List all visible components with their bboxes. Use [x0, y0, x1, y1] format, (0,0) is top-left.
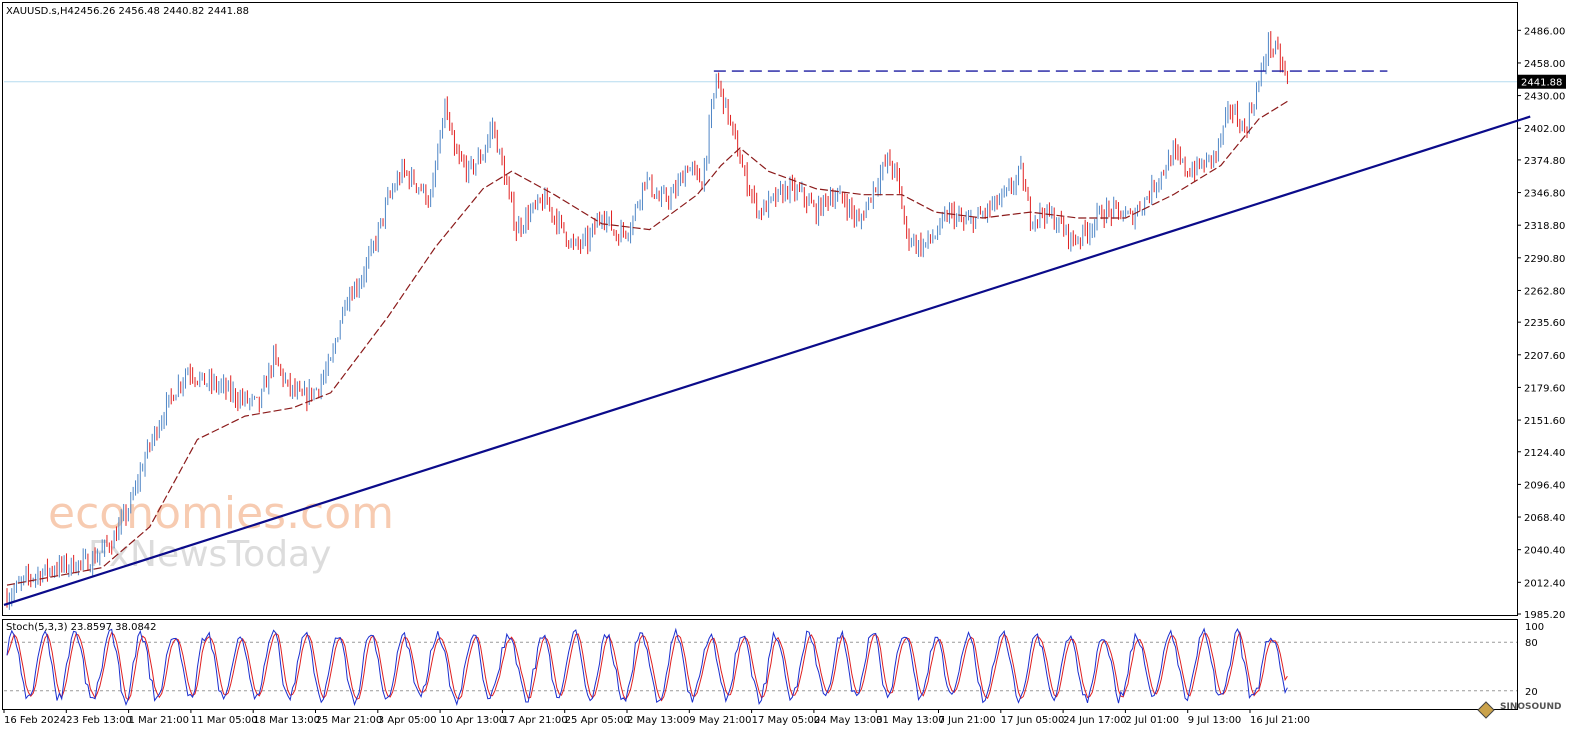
ascending-trendline: [3, 115, 1531, 606]
y-tick-label: 2235.60: [1524, 318, 1565, 329]
x-tick-label: 31 May 13:00: [876, 715, 945, 726]
x-tick-label: 2 Jul 01:00: [1125, 715, 1179, 726]
x-tick-label: 17 Jun 05:00: [1001, 715, 1065, 726]
x-tick-label: 11 Mar 05:00: [191, 715, 258, 726]
y-tick-label: 2458.00: [1524, 59, 1565, 70]
x-axis: 16 Feb 2024 23 Feb 13:001 Mar 21:00 11 Mar…: [3, 709, 1310, 726]
y-tick-label: 2374.80: [1524, 156, 1565, 167]
current-price-label: 2441.88: [1521, 78, 1562, 89]
x-tick-label: 7 Jun 21:00: [939, 715, 996, 726]
x-tick-label: 9 May 21:00: [689, 715, 751, 726]
x-tick-label: 16 Feb 2024: [4, 715, 66, 726]
price-chart: economies.com FxNewsToday XAUUSD.s,H4 24…: [2, 2, 1566, 726]
y-tick-label: 2151.60: [1524, 416, 1565, 427]
stoch-scale-label: 20: [1525, 687, 1538, 698]
y-tick-label: 2402.00: [1524, 124, 1565, 135]
y-tick-label: 2179.60: [1524, 383, 1565, 394]
x-tick-label: 2 May 13:00: [627, 715, 689, 726]
x-tick-label: 25 Mar 21:00: [316, 715, 383, 726]
stochastic-group: 100 80 20: [4, 622, 1544, 707]
y-tick-label: 2262.80: [1524, 286, 1565, 297]
y-tick-label: 2486.00: [1524, 26, 1565, 37]
x-tick-label: 17 Apr 21:00: [502, 715, 567, 726]
y-tick-label: 1985.20: [1524, 610, 1565, 621]
x-tick-label: 18 Mar 13:00: [253, 715, 320, 726]
y-tick-label: 2290.80: [1524, 254, 1565, 265]
stoch-label: Stoch(5,3,3) 23.8597 38.0842: [6, 622, 157, 633]
y-tick-label: 2346.80: [1524, 189, 1565, 200]
y-tick-label: 2430.00: [1524, 92, 1565, 103]
x-tick-label: 17 May 05:00: [752, 715, 821, 726]
current-price-line-group: 2441.88: [4, 74, 1566, 89]
y-tick-label: 2124.40: [1524, 448, 1565, 459]
x-tick-label: 16 Jul 21:00: [1250, 715, 1310, 726]
x-tick-label: 24 May 13:00: [814, 715, 883, 726]
x-tick-label: 23 Feb 13:00: [66, 715, 132, 726]
y-tick-label: 2040.40: [1524, 546, 1565, 557]
x-tick-label: 1 Mar 21:00: [129, 715, 189, 726]
stoch-scale-label: 100: [1525, 622, 1544, 633]
x-tick-label: 3 Apr 05:00: [378, 715, 437, 726]
y-tick-label: 2068.40: [1524, 513, 1565, 524]
stoch-main-line: [6, 627, 1288, 707]
y-tick-label: 2012.40: [1524, 578, 1565, 589]
stoch-panel-frame: [2, 619, 1518, 710]
symbol-header: XAUUSD.s,H4: [6, 6, 74, 17]
x-tick-label: 9 Jul 13:00: [1188, 715, 1242, 726]
stoch-scale-label: 80: [1525, 638, 1538, 649]
y-axis: 2486.00 2458.00 2430.00 2402.00 2374.80 2346.…: [1517, 26, 1565, 621]
x-tick-label: 24 Jun 17:00: [1063, 715, 1127, 726]
x-tick-label: 25 Apr 05:00: [565, 715, 630, 726]
trendline-group: [3, 115, 1531, 606]
ohlc-header: 2456.26 2456.48 2440.82 2441.88: [74, 6, 249, 17]
x-tick-label: 10 Apr 13:00: [440, 715, 505, 726]
diamond-logo-icon: [1477, 701, 1495, 719]
y-tick-label: 2096.40: [1524, 480, 1565, 491]
sinosound-badge: SINOSOUND: [1477, 701, 1561, 719]
badge-text: SINOSOUND: [1500, 702, 1561, 712]
y-tick-label: 2207.60: [1524, 351, 1565, 362]
y-tick-label: 2318.80: [1524, 221, 1565, 232]
